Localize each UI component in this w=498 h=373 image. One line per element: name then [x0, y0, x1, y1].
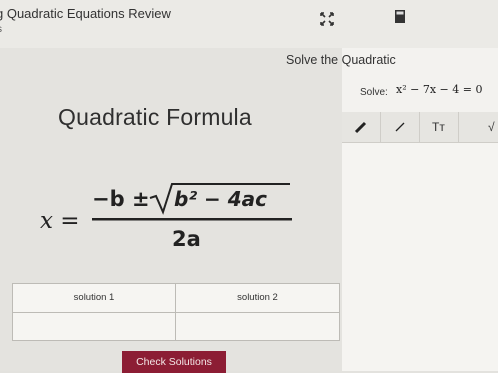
solve-heading: Solve the Quadratic — [286, 53, 396, 67]
formula-heading: Quadratic Formula — [58, 104, 252, 130]
quadratic-formula: x = −b ± b² − 4ac 2a — [40, 183, 292, 251]
solution-2-input[interactable] — [178, 314, 340, 340]
drawing-canvas[interactable] — [342, 143, 498, 371]
drawing-toolbar: Tт √ — [342, 112, 498, 143]
solve-label: Solve: — [360, 87, 388, 98]
equation: x² − 7x − 4 = 0 — [396, 83, 483, 96]
check-solutions-button[interactable]: Check Solutions — [122, 351, 226, 373]
text-tool[interactable]: Tт — [420, 112, 459, 142]
solution-1-header: solution 1 — [73, 292, 115, 303]
app-title: g Quadratic Equations Review — [0, 6, 171, 21]
formula-lhs: x = — [40, 208, 80, 234]
formula-denominator: 2a — [172, 227, 201, 251]
sqrt-tool[interactable]: √ — [488, 120, 495, 134]
expand-icon[interactable] — [320, 12, 334, 26]
pen-tool[interactable] — [342, 112, 381, 142]
calculator-icon[interactable] — [395, 10, 405, 23]
text-tool-label: Tт — [432, 120, 445, 134]
fraction-bar — [92, 218, 292, 221]
formula-numerator-prefix: −b ± — [92, 187, 150, 211]
top-bar: g Quadratic Equations Review s — [0, 0, 498, 48]
app-subtitle: s — [0, 24, 2, 35]
table-divider-horizontal — [13, 312, 339, 313]
formula-radicand: b² − 4ac — [174, 187, 267, 211]
line-tool[interactable] — [381, 112, 420, 142]
pen-icon — [354, 121, 367, 134]
solutions-table: solution 1 solution 2 — [12, 283, 340, 341]
line-icon — [395, 122, 405, 132]
solution-2-header: solution 2 — [237, 292, 278, 303]
solution-1-input[interactable] — [15, 314, 177, 340]
